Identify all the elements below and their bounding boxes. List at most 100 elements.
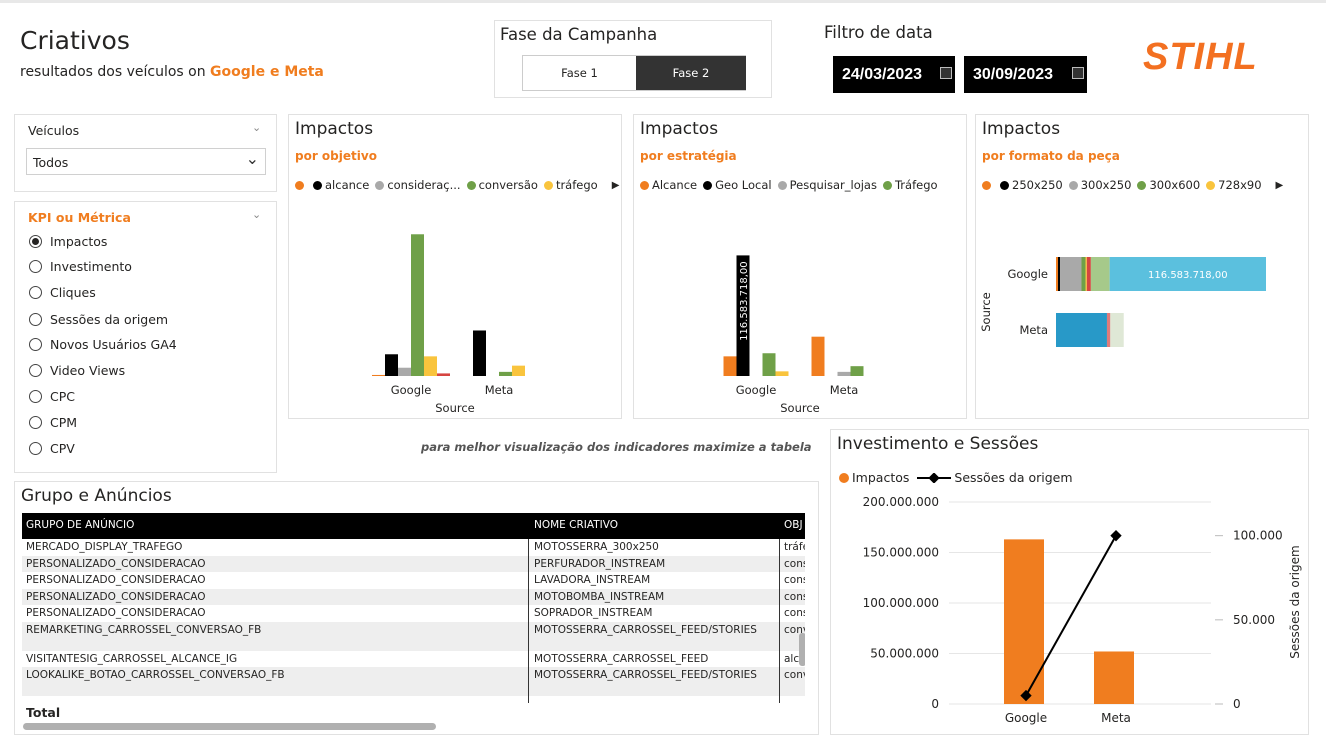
phase-options: Fase 1 Fase 2: [522, 55, 746, 91]
table-row[interactable]: PERSONALIZADO_CONSIDERACAO MOTOBOMBA_INST…: [22, 588, 805, 605]
column-header[interactable]: NOME CRIATIVO: [534, 519, 618, 531]
table-row[interactable]: PERSONALIZADO_CONSIDERACAO SOPRADOR_INSTR…: [22, 605, 805, 622]
legend-next-icon[interactable]: ▶: [612, 180, 620, 191]
chart-subtitle: por formato da peça: [982, 149, 1120, 163]
table-cell: cons: [784, 607, 805, 619]
table-row[interactable]: LOOKALIKE_BOTAO_CARROSSEL_CONVERSAO_FB MO…: [22, 667, 805, 696]
radio-icon: [29, 416, 42, 429]
legend-dot: [882, 180, 892, 190]
start-date-input[interactable]: 24/03/2023: [833, 56, 955, 93]
end-date-input[interactable]: 30/09/2023: [964, 56, 1087, 93]
chevron-down-icon[interactable]: ⌄: [252, 208, 261, 221]
radio-icon: [29, 235, 42, 248]
table-cell: REMARKETING_CARROSSEL_CONVERSAO_FB: [26, 623, 262, 636]
kpi-option-novos-usuarios[interactable]: Novos Usuários GA4: [29, 337, 177, 352]
legend-next-icon[interactable]: ▶: [1276, 180, 1284, 191]
bar: [775, 371, 789, 376]
vehicles-value: Todos: [33, 155, 69, 170]
chart-legend: Alcance Geo Local Pesquisar_lojas Tráfeg…: [640, 178, 941, 192]
chevron-down-icon: ⌄: [245, 149, 259, 168]
table-cell: MOTOSSERRA_300x250: [534, 541, 659, 553]
table-header: GRUPO DE ANÚNCIO NOME CRIATIVO OBJ: [22, 513, 805, 539]
legend-dot: [313, 180, 322, 190]
bar-segment: [1090, 257, 1110, 291]
stihl-logo: STIHL: [1143, 36, 1258, 78]
subtitle-prefix: resultados dos veículos on: [20, 64, 211, 80]
chart-investimento-sessoes: Investimento e Sessões Impactos Sessões …: [830, 429, 1309, 735]
vehicles-slicer: Veículos ⌄ Todos ⌄: [14, 114, 277, 192]
bar-segment: [1085, 257, 1087, 291]
data-label: 116.583.718,00: [739, 261, 750, 341]
bar-segment: [1056, 257, 1059, 291]
y-tick-label: 0: [931, 697, 939, 711]
x-tick-label: Google: [1005, 711, 1047, 725]
table-cell: PERSONALIZADO_CONSIDERACAO: [26, 590, 206, 603]
bar: [1004, 539, 1044, 704]
table-cell: conv: [784, 669, 805, 681]
legend-dot: [982, 180, 991, 190]
table-row[interactable]: PERSONALIZADO_CONSIDERACAO LAVADORA_INSTR…: [22, 572, 805, 589]
table-cell: PERSONALIZADO_CONSIDERACAO: [26, 607, 206, 619]
chart-plot: 200.000.000 150.000.000 100.000.000 50.000.…: [863, 495, 1302, 725]
table-cell: PERSONALIZADO_CONSIDERACAO: [26, 557, 206, 570]
column-header[interactable]: OBJ: [784, 519, 803, 531]
chart-plot: 116.583.718,00 Google Meta Source: [723, 255, 864, 415]
chart-title: Impactos: [982, 119, 1061, 139]
table-cell: MOTOBOMBA_INSTREAM: [534, 590, 665, 603]
legend-dot: [777, 180, 787, 190]
column-divider: [528, 539, 529, 725]
kpi-option-cpc[interactable]: CPC: [29, 389, 75, 404]
phase-option-2[interactable]: Fase 2: [636, 56, 746, 90]
bar-segment: [1086, 257, 1091, 291]
horizontal-scrollbar[interactable]: [23, 723, 436, 730]
kpi-option-cpv[interactable]: CPV: [29, 441, 75, 456]
calendar-icon[interactable]: [940, 67, 952, 79]
chevron-down-icon[interactable]: ⌄: [252, 121, 261, 134]
bar: [385, 354, 398, 376]
table-row[interactable]: PERSONALIZADO_CONSIDERACAO PERFURADOR_INS…: [22, 555, 805, 572]
tick-label: Google: [1007, 267, 1048, 281]
y-axis-label: Source: [979, 292, 993, 332]
calendar-icon[interactable]: [1072, 67, 1084, 79]
chart-plot: Google Meta Source: [372, 234, 525, 415]
total-label: Total: [26, 705, 61, 720]
y2-tick-label: 100.000: [1233, 529, 1283, 543]
kpi-option-sessoes[interactable]: Sessões da origem: [29, 312, 168, 327]
x-axis-label: Source: [435, 401, 475, 415]
vehicles-dropdown[interactable]: Todos ⌄: [26, 148, 266, 175]
data-label: 116.583.718,00: [1148, 270, 1228, 281]
table-row[interactable]: REMARKETING_CARROSSEL_CONVERSAO_FB MOTOSS…: [22, 621, 805, 651]
table-row[interactable]: MERCADO_DISPLAY_TRAFEGO MOTOSSERRA_300x25…: [22, 539, 805, 556]
chart-impactos-formato: Impactos por formato da peça 250x250 300…: [975, 114, 1309, 419]
chart-legend: alcance consideraç... conversão tráfego …: [295, 178, 619, 192]
phase-option-1[interactable]: Fase 1: [523, 56, 636, 90]
kpi-option-impactos[interactable]: Impactos: [29, 234, 107, 249]
line-point: [1110, 530, 1122, 542]
table-row[interactable]: VISITANTESIG_CARROSSEL_ALCANCE_IG MOTOSSE…: [22, 650, 805, 667]
bar: [723, 356, 737, 376]
bar: [398, 367, 411, 376]
kpi-option-cpm[interactable]: CPM: [29, 415, 77, 430]
legend-dot: [839, 472, 849, 483]
legend-dot: [1000, 180, 1009, 190]
tick-label: Meta: [830, 383, 859, 397]
tick-label: Meta: [1019, 323, 1048, 337]
kpi-option-investimento[interactable]: Investimento: [29, 259, 132, 274]
tick-label: Google: [391, 383, 432, 397]
table-cell: cons: [784, 590, 805, 603]
table-cell: VISITANTESIG_CARROSSEL_ALCANCE_IG: [26, 652, 238, 665]
ads-table-panel: Grupo e Anúncios GRUPO DE ANÚNCIO NOME C…: [14, 481, 819, 735]
column-header[interactable]: GRUPO DE ANÚNCIO: [26, 519, 134, 531]
bar-segment: [1110, 313, 1124, 347]
table-cell: MERCADO_DISPLAY_TRAFEGO: [26, 541, 183, 553]
table-cell: MOTOSSERRA_CARROSSEL_FEED/STORIES: [534, 623, 757, 636]
chart-impactos-objetivo: Impactos por objetivo alcance consideraç…: [288, 114, 622, 419]
bar-segment: [1081, 257, 1086, 291]
table-cell: MOTOSSERRA_CARROSSEL_FEED: [534, 652, 709, 665]
page-title: Criativos: [20, 26, 130, 55]
chart-title: Investimento e Sessões: [837, 434, 1039, 454]
vertical-scrollbar[interactable]: [799, 633, 805, 666]
kpi-option-video-views[interactable]: Video Views: [29, 363, 125, 378]
kpi-option-cliques[interactable]: Cliques: [29, 285, 96, 300]
legend-dot: [1206, 180, 1216, 190]
